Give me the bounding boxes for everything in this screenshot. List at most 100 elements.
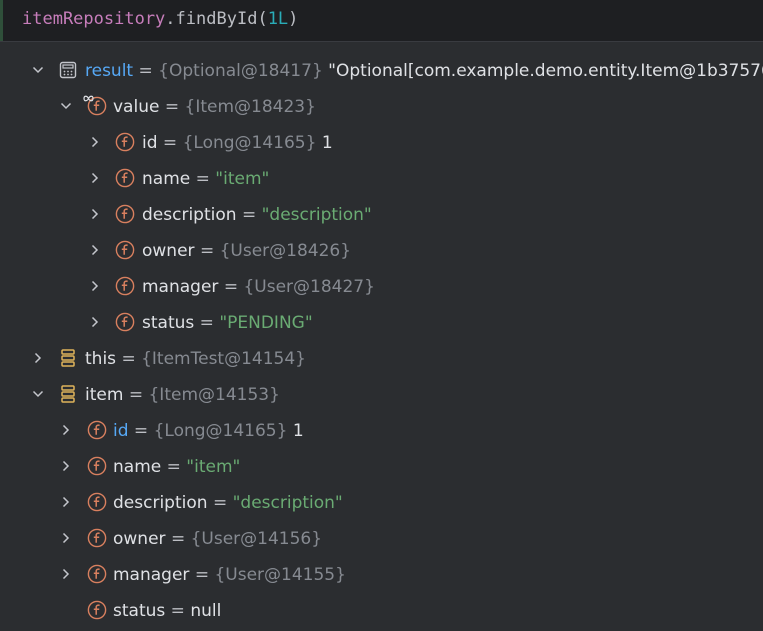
tree-row-this[interactable]: this = {ItemTest@14154} [0, 341, 763, 377]
tree-row-text: status = null [113, 599, 221, 623]
tree-row-text: name = "item" [142, 167, 269, 191]
chevron-right-icon[interactable] [60, 568, 72, 580]
variable-name: this [85, 349, 117, 369]
equals-sign: = [128, 385, 144, 405]
variable-name: owner [113, 529, 166, 549]
variable-reference: {Item@18423} [184, 97, 316, 117]
variable-reference: {Long@14165} [153, 421, 288, 441]
variable-value: null [190, 601, 222, 621]
variable-reference: {User@14155} [214, 565, 346, 585]
variable-reference: {ItemTest@14154} [141, 349, 306, 369]
expression-receiver: itemRepository [22, 9, 166, 29]
equals-sign: = [121, 349, 136, 369]
tree-row-text: manager = {User@18427} [142, 275, 375, 299]
equals-sign: = [162, 133, 178, 153]
variable-value: 1 [321, 133, 333, 153]
tree-row-item-id[interactable]: id = {Long@14165} 1 [0, 413, 763, 449]
variable-name: manager [113, 565, 190, 585]
equals-sign: = [195, 169, 210, 189]
tree-row-item-description[interactable]: description = "description" [0, 485, 763, 521]
tree-row-item-status[interactable]: status = null [0, 593, 763, 629]
tree-row-value-owner[interactable]: owner = {User@18426} [0, 233, 763, 269]
string-value: "item" [186, 457, 241, 477]
equals-sign: = [194, 565, 210, 585]
field-icon [87, 528, 107, 548]
field-icon [115, 168, 135, 188]
chevron-right-icon[interactable] [89, 244, 101, 256]
variable-reference: {User@18427} [243, 277, 375, 297]
variable-name: name [142, 169, 191, 189]
variable-name: name [113, 457, 162, 477]
expression-text[interactable]: itemRepository.findById(1L) [22, 9, 298, 29]
chevron-right-icon[interactable] [60, 424, 72, 436]
tree-row-text: manager = {User@14155} [113, 563, 346, 587]
equals-sign: = [133, 421, 149, 441]
variable-name: owner [142, 241, 195, 261]
chevron-down-icon[interactable] [60, 100, 72, 112]
field-icon [115, 240, 135, 260]
variable-name: description [142, 205, 237, 225]
tree-row-value-id[interactable]: id = {Long@14165} 1 [0, 125, 763, 161]
tree-row-item-owner[interactable]: owner = {User@14156} [0, 521, 763, 557]
chevron-right-icon[interactable] [60, 460, 72, 472]
watch-result-icon [59, 61, 77, 79]
tree-row-value-name[interactable]: name = "item" [0, 161, 763, 197]
object-icon [61, 385, 75, 403]
variable-reference: {User@14156} [190, 529, 323, 549]
variable-name: id [142, 133, 158, 153]
variable-name: item [85, 385, 124, 405]
tree-row-result[interactable]: result = {Optional@18417} "Optional[com.… [0, 53, 763, 89]
tree-row-text: owner = {User@18426} [142, 239, 351, 263]
variable-value: "Optional[com.example.demo.entity.Item@1… [328, 61, 763, 81]
tree-row-item-manager[interactable]: manager = {User@14155} [0, 557, 763, 593]
variable-name: status [113, 601, 166, 621]
tree-row-text: description = "description" [142, 203, 372, 227]
variable-name: id [113, 421, 129, 441]
equals-sign: = [170, 601, 185, 621]
expression-argument: 1L [267, 9, 289, 29]
string-value: "item" [215, 169, 270, 189]
tree-row-text: status = "PENDING" [142, 311, 313, 335]
variable-reference: {Long@14165} [182, 133, 317, 153]
field-icon [87, 492, 107, 512]
tree-row-item-name[interactable]: name = "item" [0, 449, 763, 485]
tree-row-text: id = {Long@14165} 1 [142, 131, 333, 155]
tree-row-text: owner = {User@14156} [113, 527, 322, 551]
chevron-down-icon[interactable] [32, 388, 44, 400]
variable-reference: {Optional@18417} [158, 61, 323, 81]
string-value: "description" [261, 205, 372, 225]
equals-sign: = [212, 493, 228, 513]
tree-row-text: description = "description" [113, 491, 343, 515]
chevron-right-icon[interactable] [89, 172, 101, 184]
chevron-right-icon[interactable] [89, 136, 101, 148]
field-icon [87, 456, 107, 476]
chevron-right-icon[interactable] [89, 208, 101, 220]
tree-row-item[interactable]: item = {Item@14153} [0, 377, 763, 413]
tree-row-text: name = "item" [113, 455, 240, 479]
chevron-right-icon[interactable] [89, 316, 101, 328]
tree-row-text: this = {ItemTest@14154} [85, 347, 306, 371]
chevron-right-icon[interactable] [60, 496, 72, 508]
chevron-right-icon[interactable] [60, 532, 72, 544]
field-icon [87, 564, 107, 584]
chevron-down-icon[interactable] [32, 64, 44, 76]
tree-row-value[interactable]: value = {Item@18423} [0, 89, 763, 125]
equals-sign: = [223, 277, 239, 297]
field-icon [87, 420, 107, 440]
tree-row-value-status[interactable]: status = "PENDING" [0, 305, 763, 341]
equals-sign: = [166, 457, 181, 477]
object-icon [61, 349, 75, 367]
chevron-right-icon[interactable] [89, 280, 101, 292]
expression-dot: . [165, 9, 176, 29]
infinity-badge-icon [83, 95, 94, 102]
string-value: "description" [232, 493, 343, 513]
expression-bar[interactable]: itemRepository.findById(1L) [0, 0, 763, 42]
expression-open-paren: ( [257, 9, 268, 29]
expression-accent [0, 0, 3, 41]
variable-name: value [113, 97, 160, 117]
tree-row-value-description[interactable]: description = "description" [0, 197, 763, 233]
tree-row-text: id = {Long@14165} 1 [113, 419, 304, 443]
field-icon [115, 312, 135, 332]
tree-row-value-manager[interactable]: manager = {User@18427} [0, 269, 763, 305]
chevron-right-icon[interactable] [32, 352, 44, 364]
